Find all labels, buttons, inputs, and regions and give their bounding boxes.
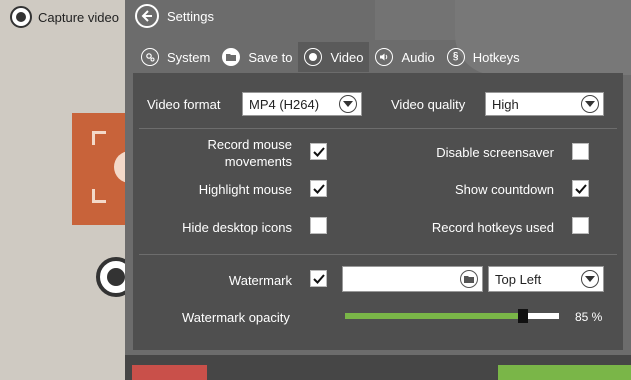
capture-label: Capture video <box>38 9 119 25</box>
settings-tabs: System Save to Video Audio § Hotkeys <box>135 42 526 72</box>
chevron-down-icon <box>581 95 599 113</box>
hide-desktop-icons-label: Hide desktop icons <box>153 220 292 235</box>
tab-hotkeys[interactable]: § Hotkeys <box>441 42 526 72</box>
watermark-path-input[interactable] <box>342 266 483 292</box>
select-value: High <box>492 96 519 112</box>
opacity-value: 85 % <box>575 310 602 324</box>
label-text: Disable screensaver <box>436 145 554 160</box>
label-text: Video format <box>147 97 221 112</box>
label-text: Hide desktop icons <box>182 220 292 235</box>
label-text: Watermark <box>228 273 292 288</box>
label-line: Record mouse <box>207 137 292 152</box>
capture-radio[interactable] <box>10 6 32 28</box>
watermark-checkbox[interactable] <box>310 270 327 287</box>
bracket-top-left <box>92 131 106 145</box>
slider-thumb[interactable] <box>518 309 528 323</box>
watermark-label: Watermark <box>173 273 292 288</box>
highlight-mouse-label: Highlight mouse <box>173 182 292 197</box>
video-format-label: Video format <box>147 97 220 112</box>
watermark-opacity-label: Watermark opacity <box>182 310 290 325</box>
highlight-mouse-checkbox[interactable] <box>310 180 327 197</box>
speaker-icon <box>375 48 394 66</box>
label-line: movements <box>224 154 292 169</box>
arrow-left-icon <box>141 10 152 22</box>
show-countdown-label: Show countdown <box>433 182 554 197</box>
ok-button[interactable] <box>498 365 631 380</box>
video-settings-content: Video format MP4 (H264) Video quality Hi… <box>133 73 623 350</box>
video-quality-select[interactable]: High <box>485 92 604 116</box>
chevron-down-icon <box>581 270 599 288</box>
background-app: Capture video <box>0 0 146 380</box>
label-text: Watermark opacity <box>182 310 290 325</box>
cancel-button[interactable] <box>132 365 207 380</box>
page-title: Settings <box>167 8 214 24</box>
back-button[interactable] <box>135 4 159 28</box>
gear-icon <box>141 48 159 66</box>
checkmark-icon <box>312 146 325 157</box>
tab-label: Save to <box>248 49 293 65</box>
record-mouse-label: Record mouse movements <box>173 136 292 170</box>
disable-screensaver-label: Disable screensaver <box>433 145 554 160</box>
tab-system[interactable]: System <box>135 42 216 72</box>
checkmark-icon <box>574 183 587 194</box>
radio-dot-icon <box>304 48 323 66</box>
checkmark-icon <box>312 183 325 194</box>
hide-desktop-icons-checkbox[interactable] <box>310 217 327 234</box>
watermark-position-select[interactable]: Top Left <box>488 266 604 292</box>
tab-label: System <box>167 49 211 65</box>
label-text: Video quality <box>391 97 466 112</box>
folder-icon <box>222 48 241 66</box>
input-value <box>343 268 347 283</box>
video-quality-label: Video quality <box>391 97 465 112</box>
folder-icon <box>464 276 474 283</box>
record-mouse-checkbox[interactable] <box>310 143 327 160</box>
label-text: Show countdown <box>454 182 554 197</box>
select-value: MP4 (H264) <box>249 96 320 112</box>
tab-label: Hotkeys <box>472 49 520 65</box>
settings-titlebar: Settings <box>135 3 214 29</box>
browse-folder-button[interactable] <box>460 270 478 288</box>
divider <box>139 254 617 255</box>
record-hotkeys-label: Record hotkeys used <box>413 220 554 235</box>
tab-label: Audio <box>401 49 435 65</box>
disable-screensaver-checkbox[interactable] <box>572 143 589 160</box>
label-text: Highlight mouse <box>198 182 292 197</box>
tab-save-to[interactable]: Save to <box>216 42 298 72</box>
select-value: Top Left <box>495 271 542 287</box>
settings-panel: Settings System Save to Video Audio § Ho… <box>125 0 631 380</box>
chevron-down-icon <box>339 95 357 113</box>
video-format-select[interactable]: MP4 (H264) <box>242 92 362 116</box>
hotkey-icon: § <box>446 48 465 66</box>
opacity-text: 85 % <box>575 310 603 324</box>
watermark-opacity-slider[interactable] <box>345 309 559 323</box>
checkmark-icon <box>312 273 325 284</box>
capture-video-option[interactable]: Capture video <box>10 6 119 28</box>
record-hotkeys-checkbox[interactable] <box>572 217 589 234</box>
slider-fill <box>345 313 518 319</box>
tab-video[interactable]: Video <box>298 42 370 72</box>
tab-label: Video <box>330 49 364 65</box>
tab-audio[interactable]: Audio <box>369 42 440 72</box>
divider <box>139 128 617 129</box>
show-countdown-checkbox[interactable] <box>572 180 589 197</box>
label-text: Record hotkeys used <box>431 220 554 235</box>
bracket-bottom-left <box>92 189 106 203</box>
